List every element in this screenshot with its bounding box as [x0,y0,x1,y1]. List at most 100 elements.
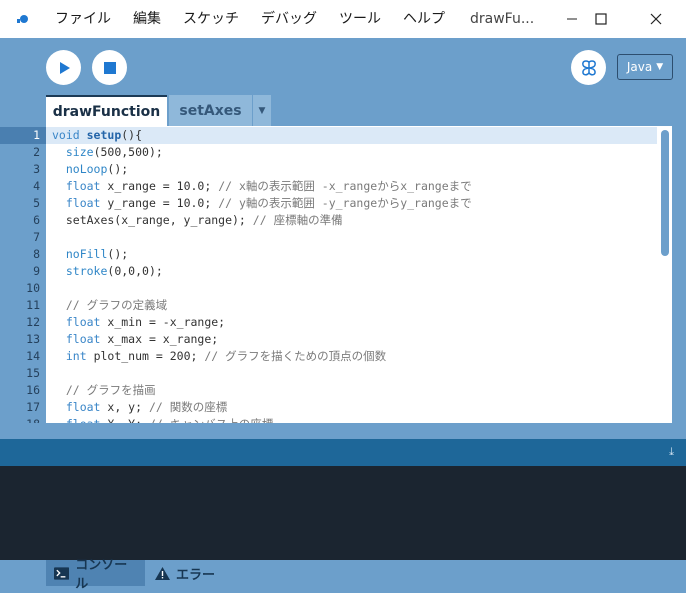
code-token: float [65,315,101,329]
code-editor[interactable]: 1 void setup(){2 size(500,500); 3 noLoop()… [0,126,657,423]
line-number: 1 [0,127,46,144]
code-line[interactable]: 13 float x_max = x_range; [0,331,657,348]
code-line[interactable]: 8 noFill(); [0,246,657,263]
code-token: y_range = 10.0; [100,196,219,210]
code-text[interactable]: float x_max = x_range; [46,331,657,348]
code-line[interactable]: 11 // グラフの定義域 [0,297,657,314]
close-icon [650,13,662,25]
code-token: // 座標軸の準備 [252,213,343,227]
run-button[interactable] [46,50,81,85]
code-token: float [65,400,101,414]
code-token: (0,0,0); [107,264,163,278]
code-text[interactable]: setAxes(x_range, y_range); // 座標軸の準備 [46,212,657,229]
code-line[interactable]: 6 setAxes(x_range, y_range); // 座標軸の準備 [0,212,657,229]
status-bar: ⤓ [0,439,686,466]
code-token: // 関数の座標 [148,400,228,414]
errors-tab-label: エラー [176,567,216,583]
chevron-down-icon: ▼ [656,62,664,72]
code-token: x_range = 10.0; [100,179,219,193]
stop-button[interactable] [92,50,127,85]
line-number: 14 [26,349,40,363]
tab-menu-button[interactable]: ▼ [253,95,271,126]
menu-sketch[interactable]: スケッチ [172,0,250,38]
code-line[interactable]: 16 // グラフを描画 [0,382,657,399]
code-text[interactable]: float X, Y; // キャンバス上の座標 [46,416,657,423]
code-text[interactable]: // グラフの定義域 [46,297,657,314]
debug-button[interactable] [571,50,606,85]
code-line[interactable]: 5 float y_range = 10.0; // y軸の表示範囲 -y_ra… [0,195,657,212]
code-line[interactable]: 3 noLoop(); [0,161,657,178]
menu-file[interactable]: ファイル [44,0,122,38]
code-token: noLoop [65,162,108,176]
close-button[interactable] [633,0,679,38]
code-text[interactable]: size(500,500); [46,144,657,161]
tab-drawfunction[interactable]: drawFunction [46,95,167,126]
code-text[interactable]: float x, y; // 関数の座標 [46,399,657,416]
code-text[interactable]: float x_range = 10.0; // x軸の表示範囲 -x_rang… [46,178,657,195]
debugger-butterfly-icon [581,59,596,76]
tab-setaxes[interactable]: setAxes [169,95,252,126]
code-text[interactable]: float x_min = -x_range; [46,314,657,331]
code-text[interactable]: noFill(); [46,246,657,263]
code-line[interactable]: 10 [0,280,657,297]
code-text[interactable]: stroke(0,0,0); [46,263,657,280]
tab-errors[interactable]: エラー [147,560,223,586]
code-text[interactable]: void setup(){ [46,127,657,144]
code-token: setup [86,128,122,142]
code-token: noFill [65,247,108,261]
code-token: float [65,332,101,346]
line-number: 6 [33,213,40,227]
code-token: // x軸の表示範囲 -x_rangeからx_rangeまで [218,179,472,193]
collapse-console-icon[interactable]: ⤓ [669,445,674,459]
play-icon [59,61,70,74]
code-line[interactable]: 17 float x, y; // 関数の座標 [0,399,657,416]
code-token: float [65,179,101,193]
menu-edit[interactable]: 編集 [122,0,172,38]
code-line[interactable]: 15 [0,365,657,382]
code-line[interactable]: 1 void setup(){ [0,127,657,144]
code-line[interactable]: 2 size(500,500); [0,144,657,161]
code-area[interactable]: 1 void setup(){2 size(500,500); 3 noLoop()… [0,126,657,423]
menu-help[interactable]: ヘルプ [392,0,456,38]
sketch-tabs: drawFunction setAxes ▼ [0,95,686,127]
maximize-button[interactable] [578,0,624,38]
line-number: 16 [26,383,40,397]
mode-selector[interactable]: Java ▼ [617,54,673,80]
menu-tools[interactable]: ツール [328,0,392,38]
menu-debug[interactable]: デバッグ [250,0,328,38]
line-number: 2 [33,145,40,159]
mode-label: Java [626,60,653,74]
code-token: size [65,145,94,159]
code-line[interactable]: 7 [0,229,657,246]
code-text[interactable] [46,229,657,246]
code-line[interactable]: 9 stroke(0,0,0); [0,263,657,280]
code-text[interactable] [46,365,657,382]
line-number: 10 [26,281,40,295]
console-tab-label: コンソール [75,558,128,592]
code-text[interactable]: float y_range = 10.0; // y軸の表示範囲 -y_rang… [46,195,657,212]
line-number: 8 [33,247,40,261]
console-output[interactable] [0,466,686,560]
code-token: plot_num = 200; [86,349,205,363]
editor-scrollbar-thumb[interactable] [661,130,669,256]
code-token: (); [107,162,129,176]
tab-console[interactable]: コンソール [46,558,145,592]
code-line[interactable]: 14 int plot_num = 200; // グラフを描くための頂点の個数 [0,348,657,365]
code-text[interactable] [46,280,657,297]
code-line[interactable]: 4 float x_range = 10.0; // x軸の表示範囲 -x_ra… [0,178,657,195]
line-number: 11 [26,298,40,312]
line-number: 18 [0,416,46,423]
code-line[interactable]: 12 float x_min = -x_range; [0,314,657,331]
code-text[interactable]: // グラフを描画 [46,382,657,399]
code-line[interactable]: 18 float X, Y; // キャンバス上の座標 [0,416,657,423]
code-text[interactable]: noLoop(); [46,161,657,178]
code-token: void [52,128,87,142]
code-text[interactable]: int plot_num = 200; // グラフを描くための頂点の個数 [46,348,657,365]
